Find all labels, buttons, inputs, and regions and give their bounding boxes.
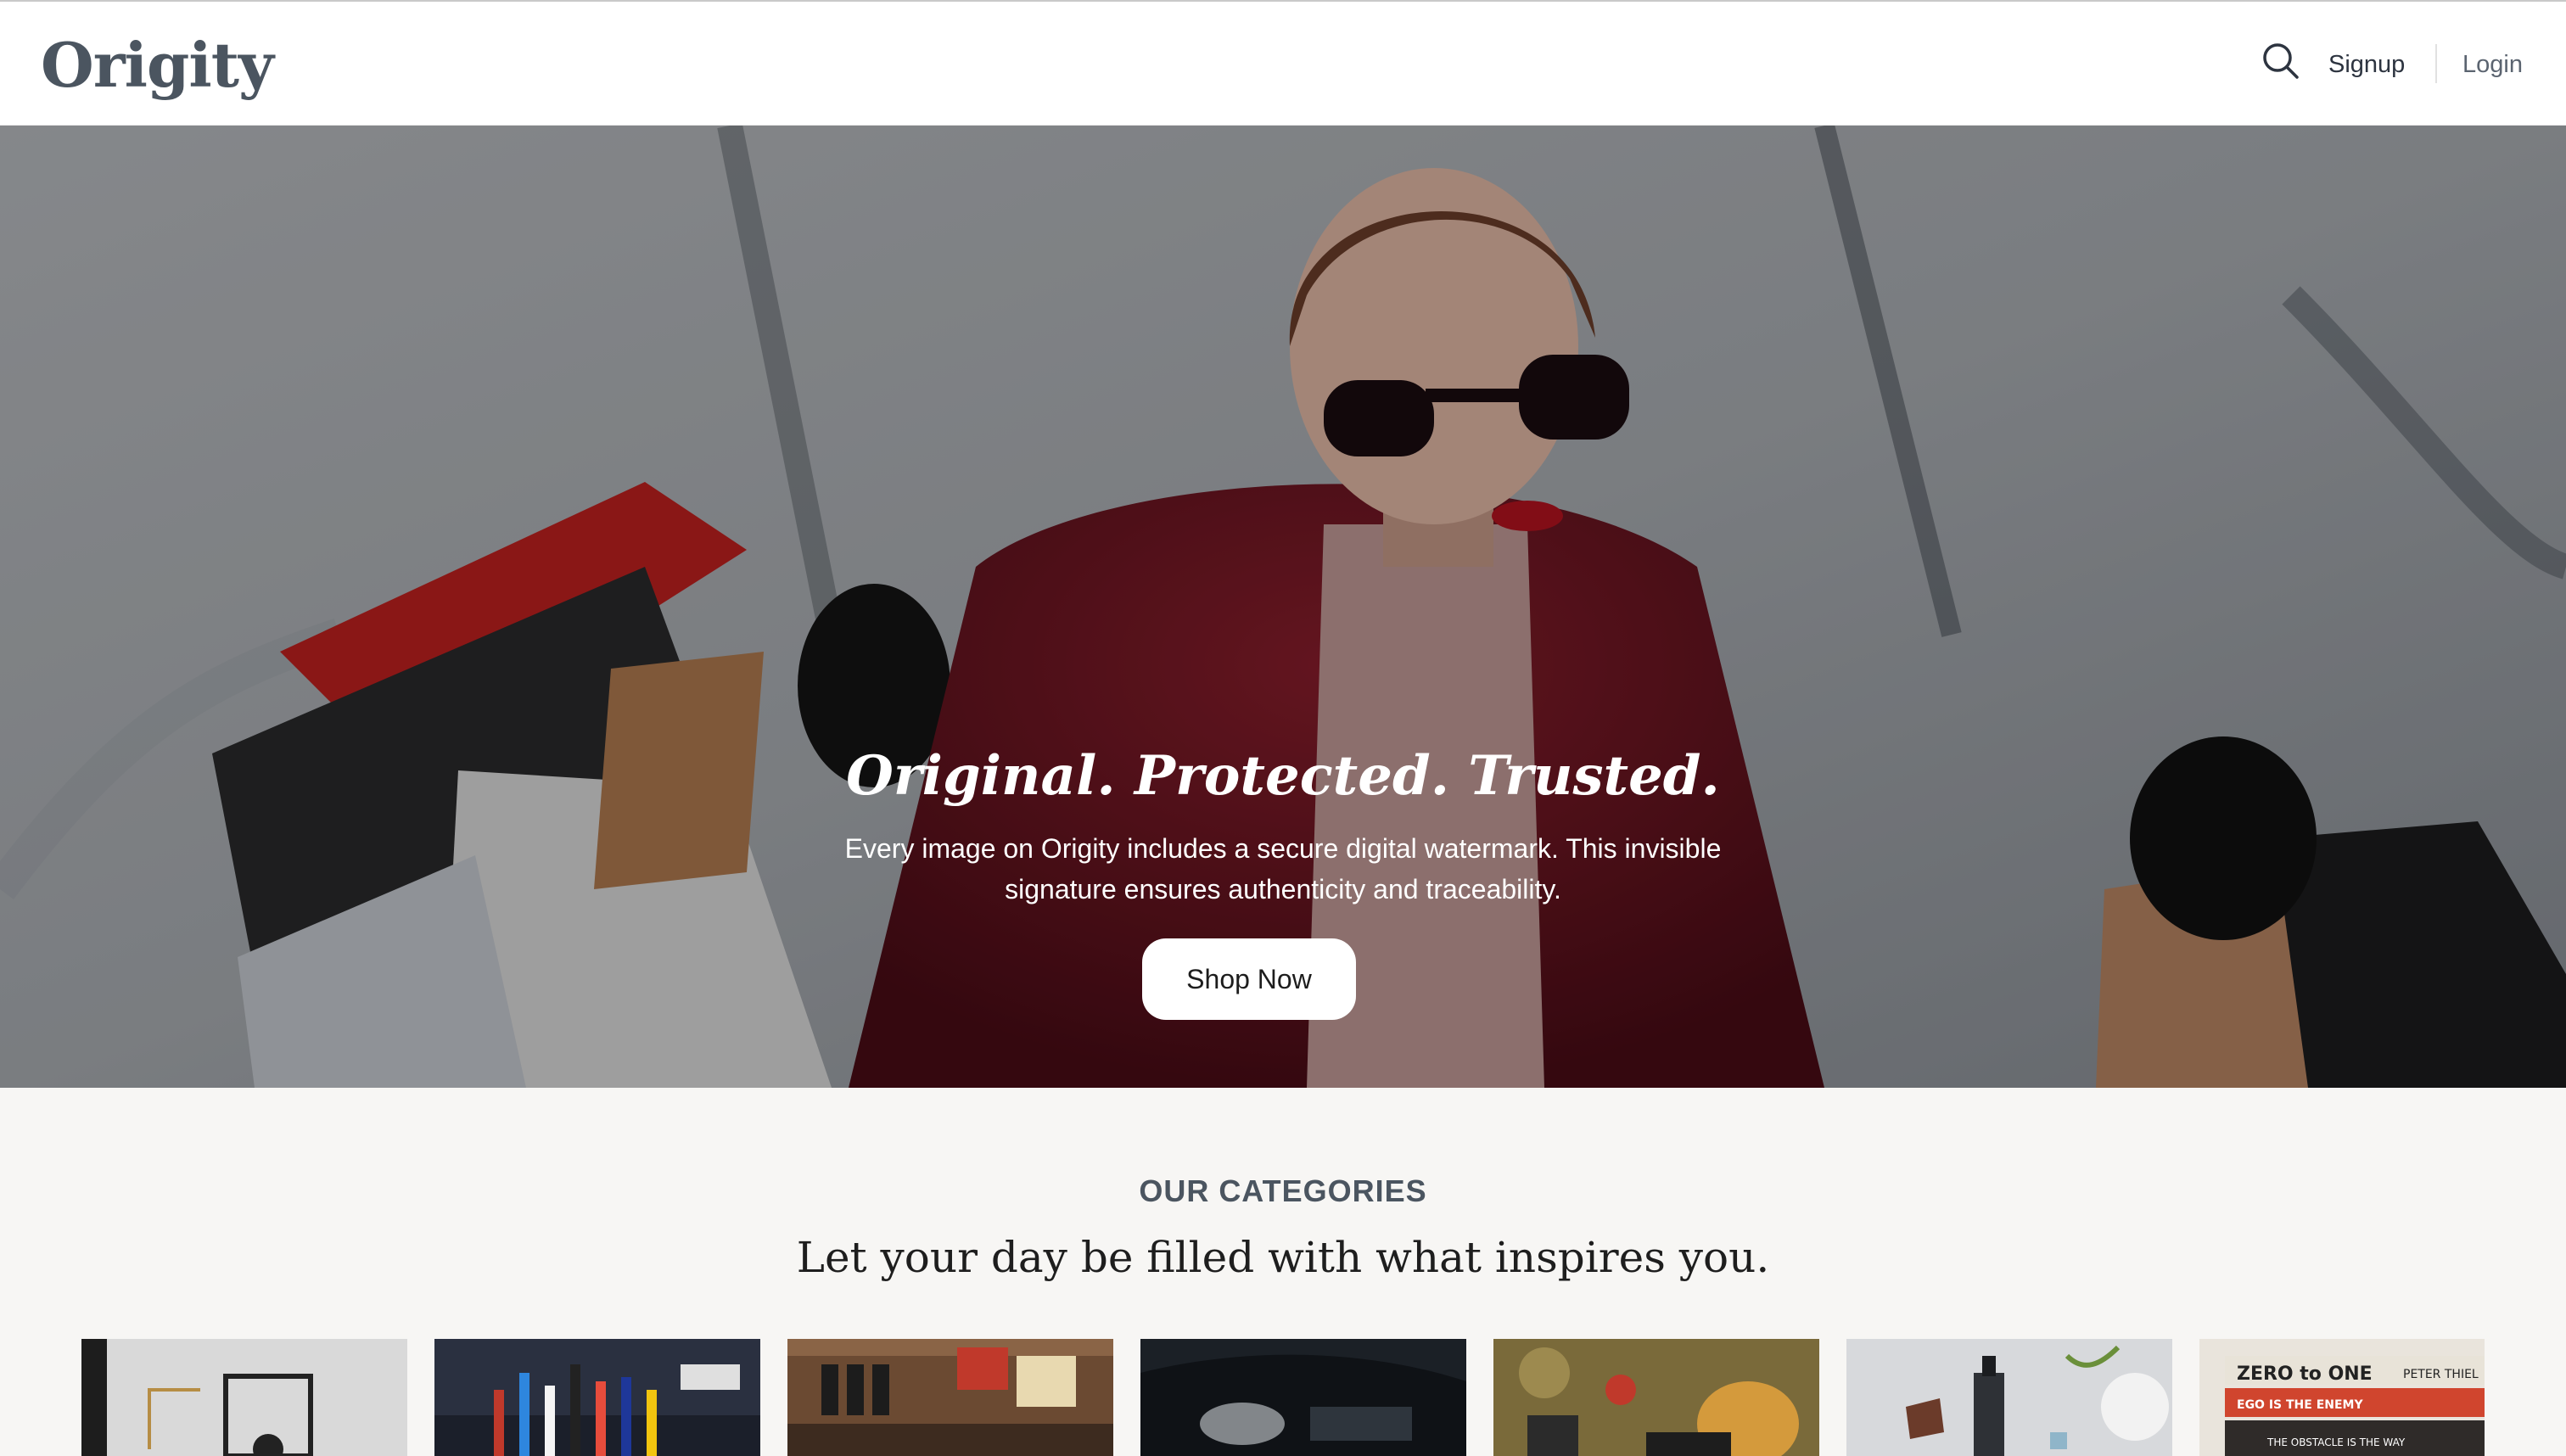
hero-description: Every image on Origity includes a secure… [844,833,1722,904]
category-cards: ZERO to ONE PETER THIEL EGO IS THE ENEMY… [81,1339,2485,1456]
book-title-zero-to-one: ZERO to ONE [2237,1364,2373,1385]
hero-title: Original. Protected. Trusted. [846,744,1720,808]
login-link[interactable]: Login [2462,48,2523,81]
nav-divider [2435,44,2437,83]
site-logo[interactable]: Origity [41,27,274,104]
category-card-automotive[interactable] [1140,1339,1466,1456]
category-card-books[interactable]: ZERO to ONE PETER THIEL EGO IS THE ENEMY… [2199,1339,2485,1456]
category-card-grocery[interactable] [787,1339,1113,1456]
site-header: Origity Signup Login [0,2,2566,126]
book-title-ego: EGO IS THE ENEMY [2237,1398,2363,1412]
book-author-peter-thiel: PETER THIEL [2403,1368,2479,1381]
category-card-skincare[interactable] [1846,1339,2172,1456]
category-card-stationery[interactable] [434,1339,760,1456]
category-card-interior-decor[interactable] [81,1339,407,1456]
shop-now-button[interactable]: Shop Now [1142,938,1356,1020]
search-icon[interactable] [2261,41,2301,81]
categories-heading: Let your day be filled with what inspire… [796,1233,1770,1282]
hero-banner: Original. Protected. Trusted. Every imag… [0,126,2566,1088]
categories-eyebrow: OUR CATEGORIES [1139,1173,1427,1208]
category-card-toys[interactable] [1493,1339,1819,1456]
book-title-obstacle: THE OBSTACLE IS THE WAY [2266,1436,2406,1448]
signup-link[interactable]: Signup [2328,48,2405,81]
